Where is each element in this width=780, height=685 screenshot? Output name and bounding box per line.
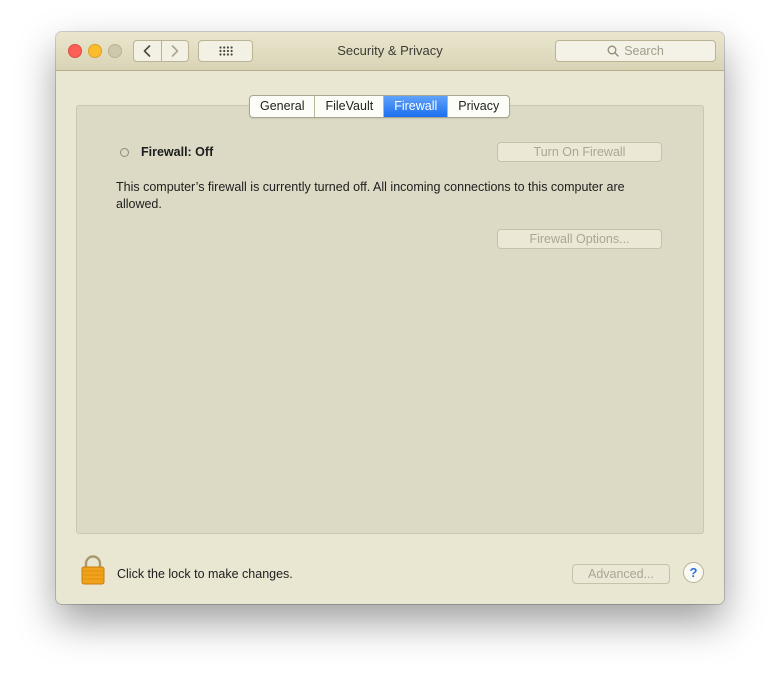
navigation-buttons: [133, 40, 189, 62]
tab-general[interactable]: General: [250, 96, 316, 117]
close-button[interactable]: [68, 44, 82, 58]
show-all-button[interactable]: [198, 40, 253, 62]
lock-instruction: Click the lock to make changes.: [117, 567, 293, 581]
firewall-status-label: Firewall: Off: [141, 145, 214, 159]
window-title: Security & Privacy: [337, 43, 443, 58]
firewall-panel: [76, 105, 704, 534]
zoom-button[interactable]: [108, 44, 122, 58]
tab-filevault[interactable]: FileVault: [315, 96, 385, 117]
lock-icon: [81, 555, 105, 585]
chevron-left-icon: [143, 45, 151, 57]
help-button[interactable]: ?: [683, 562, 704, 583]
tab-bar: General FileVault Firewall Privacy: [249, 95, 511, 118]
title-bar: Security & Privacy Search: [56, 32, 724, 71]
chevron-right-icon: [171, 45, 179, 57]
back-button[interactable]: [134, 41, 161, 61]
tab-firewall[interactable]: Firewall: [384, 96, 449, 117]
firewall-status-indicator: [120, 148, 129, 157]
firewall-options-button[interactable]: Firewall Options...: [497, 229, 662, 249]
firewall-description: This computer’s firewall is currently tu…: [116, 180, 625, 211]
advanced-button[interactable]: Advanced...: [572, 564, 670, 584]
tab-privacy[interactable]: Privacy: [448, 96, 509, 117]
forward-button[interactable]: [160, 41, 189, 61]
minimize-button[interactable]: [88, 44, 102, 58]
turn-on-firewall-button[interactable]: Turn On Firewall: [497, 142, 662, 162]
search-placeholder: Search: [624, 44, 664, 58]
grid-icon: [218, 46, 233, 56]
system-preferences-window: Security & Privacy Search General FileVa…: [56, 32, 724, 604]
search-icon: [607, 45, 619, 57]
lock-button[interactable]: [80, 555, 106, 590]
search-field[interactable]: Search: [555, 40, 716, 62]
